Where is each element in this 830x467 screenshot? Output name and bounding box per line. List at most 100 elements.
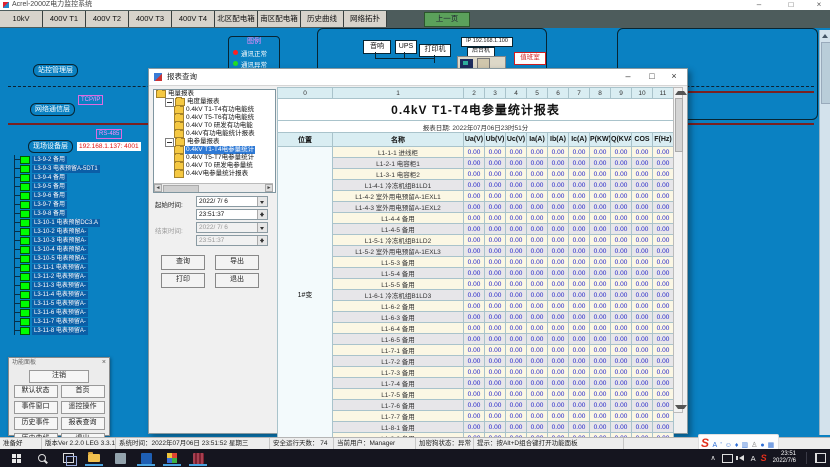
tree-horizontal-scrollbar[interactable]: ◄ ► [154, 183, 273, 192]
tab-7[interactable]: 南区配电箱 [258, 11, 301, 27]
panel-button-默认状态[interactable]: 默认状态 [14, 385, 58, 398]
device-list-item[interactable]: L3-10-4 电表预留A- [15, 245, 100, 254]
notifications-icon[interactable] [815, 453, 826, 463]
device-list-item[interactable]: L3-9-3 电表预留A-5DT1 [15, 164, 100, 173]
app-red-taskbar-button[interactable] [186, 450, 210, 466]
logout-button[interactable]: 注销 [29, 370, 89, 383]
device-list-item[interactable]: L3-10-5 电表预留A- [15, 254, 100, 263]
panel-button-报表查询[interactable]: 报表查询 [61, 417, 105, 430]
collapse-icon[interactable] [165, 138, 174, 147]
sogou-logo-icon[interactable]: S [701, 436, 709, 450]
ime-tool-icon[interactable]: ♦ [735, 442, 739, 449]
dialog-maximize-button[interactable]: □ [641, 69, 663, 85]
volume-icon[interactable] [739, 455, 744, 461]
main-vertical-scrollbar[interactable] [819, 30, 830, 435]
ime-tool-icon[interactable]: ’ [720, 442, 722, 449]
tree-node[interactable]: 0.4kV T0 研发有功电能 [154, 122, 275, 130]
report-scroll-thumb[interactable] [675, 98, 683, 152]
start-taskbar-button[interactable] [4, 450, 28, 466]
value-cell: 0.00 [527, 191, 548, 202]
tab-1[interactable]: 10kV [0, 11, 43, 27]
device-list-item[interactable]: L3-9-2 备用 [15, 155, 100, 164]
device-list-item[interactable]: L3-10-2 电表预留A- [15, 227, 100, 236]
scroll-right-icon[interactable]: ► [265, 184, 273, 192]
scroll-thumb[interactable] [821, 42, 830, 104]
tab-9[interactable]: 网络拓扑 [344, 11, 387, 27]
tree-scroll-thumb[interactable] [163, 185, 199, 193]
task-view-taskbar-button[interactable] [56, 450, 80, 466]
ime-tool-icon[interactable]: ▦ [768, 442, 775, 449]
ime-tool-icon[interactable]: ☺ [725, 442, 732, 449]
device-list-item[interactable]: L3-9-4 备用 [15, 173, 100, 182]
sogou-tray-icon[interactable]: S [761, 453, 767, 463]
window-close-button[interactable]: × [810, 0, 828, 10]
dialog-minimize-button[interactable]: – [617, 69, 639, 85]
tab-5[interactable]: 400V T4 [172, 11, 215, 27]
scroll-down-icon[interactable] [675, 405, 687, 409]
ime-tool-icon[interactable]: ♙ [751, 442, 757, 449]
tab-4[interactable]: 400V T3 [129, 11, 172, 27]
previous-page-button[interactable]: 上一页 [424, 12, 470, 27]
spinner-icons[interactable] [257, 210, 267, 219]
ime-tool-icon[interactable]: ▥ [741, 442, 748, 449]
dialog-titlebar[interactable]: 报表查询 – □ × [149, 69, 687, 86]
start-time-spinner[interactable]: 23:51:37 [196, 209, 268, 220]
network-icon[interactable] [722, 454, 733, 463]
collapse-icon[interactable] [165, 98, 174, 107]
file-explorer-taskbar-button[interactable] [82, 450, 106, 466]
device-list-item[interactable]: L3-11-1 电表预留A- [15, 263, 100, 272]
panel-button-历史事件[interactable]: 历史事件 [14, 417, 58, 430]
device-list-item[interactable]: L3-10-1 电表预留DC3.A [15, 218, 100, 227]
print-button[interactable]: 打印 [161, 273, 205, 288]
scroll-up-icon[interactable] [822, 34, 828, 38]
dialog-close-button[interactable]: × [663, 69, 685, 85]
device-list-item[interactable]: L3-11-8 电表预留A- [15, 326, 100, 335]
start-date-combobox[interactable]: 2022/ 7/ 6 [196, 196, 268, 207]
device-list-item[interactable]: L3-11-6 电表预留A- [15, 308, 100, 317]
window-maximize-button[interactable]: □ [782, 0, 800, 10]
tab-2[interactable]: 400V T1 [43, 11, 86, 27]
scroll-left-icon[interactable]: ◄ [154, 184, 162, 192]
app-grid-taskbar-button[interactable] [160, 450, 184, 466]
tree-node[interactable]: 电参量报表 [154, 138, 275, 146]
panel-button-遥控操作[interactable]: 遥控操作 [61, 401, 105, 414]
ime-tool-icon[interactable]: ● [760, 442, 764, 449]
taskbar-clock[interactable]: 23:51 2022/7/6 [773, 451, 796, 465]
tree-node[interactable]: 电度量报表 [154, 98, 275, 106]
device-list-item[interactable]: L3-11-2 电表预留A- [15, 272, 100, 281]
tree-node[interactable]: 0.4kV T5-T6有功电能统 [154, 114, 275, 122]
device-list-item[interactable]: L3-11-7 电表预留A- [15, 317, 100, 326]
device-list-item[interactable]: L3-9-5 备用 [15, 182, 100, 191]
scroll-up-icon[interactable] [675, 91, 687, 95]
tab-6[interactable]: 北区配电箱 [215, 11, 258, 27]
tree-node[interactable]: 0.4kV电参量统计报表 [154, 170, 275, 178]
device-list-item[interactable]: L3-9-6 备用 [15, 191, 100, 200]
device-list-item[interactable]: L3-9-8 备用 [15, 209, 100, 218]
app-blue-taskbar-button[interactable] [134, 450, 158, 466]
exit-button[interactable]: 退出 [215, 273, 259, 288]
device-list-item[interactable]: L3-11-5 电表预留A- [15, 299, 100, 308]
device-list-item[interactable]: L3-11-3 电表预留A- [15, 281, 100, 290]
panel-button-首页[interactable]: 首页 [61, 385, 105, 398]
export-button[interactable]: 导出 [215, 255, 259, 270]
device-list-item[interactable]: L3-10-3 电表预留A- [15, 236, 100, 245]
tree-node[interactable]: 0.4kV T0 研发电参量统 [154, 162, 275, 170]
chevron-down-icon[interactable] [257, 197, 267, 206]
device-list-item[interactable]: L3-9-7 备用 [15, 200, 100, 209]
tab-8[interactable]: 历史曲线 [301, 11, 344, 27]
tab-3[interactable]: 400V T2 [86, 11, 129, 27]
ime-tool-icon[interactable]: A [713, 442, 718, 449]
tray-chevron-icon[interactable]: ∧ [710, 454, 715, 462]
tree-node[interactable]: 0.4kV T1-T4电参量统计 [154, 146, 275, 154]
report-vertical-scrollbar[interactable] [673, 87, 683, 413]
panel-button-事件窗口[interactable]: 事件窗口 [14, 401, 58, 414]
tree-node[interactable]: 0.4kV T1-T4有功电能统 [154, 106, 275, 114]
tree-node[interactable]: 0.4kV T5-T7电参量统计 [154, 154, 275, 162]
window-minimize-button[interactable]: – [750, 0, 768, 10]
app-gray-taskbar-button[interactable] [108, 450, 132, 466]
device-list-item[interactable]: L3-11-4 电表预留A- [15, 290, 100, 299]
ime-indicator[interactable]: A [751, 454, 756, 463]
query-button[interactable]: 查询 [161, 255, 205, 270]
search-taskbar-button[interactable] [30, 450, 54, 466]
function-panel-close-icon[interactable]: × [102, 358, 106, 368]
